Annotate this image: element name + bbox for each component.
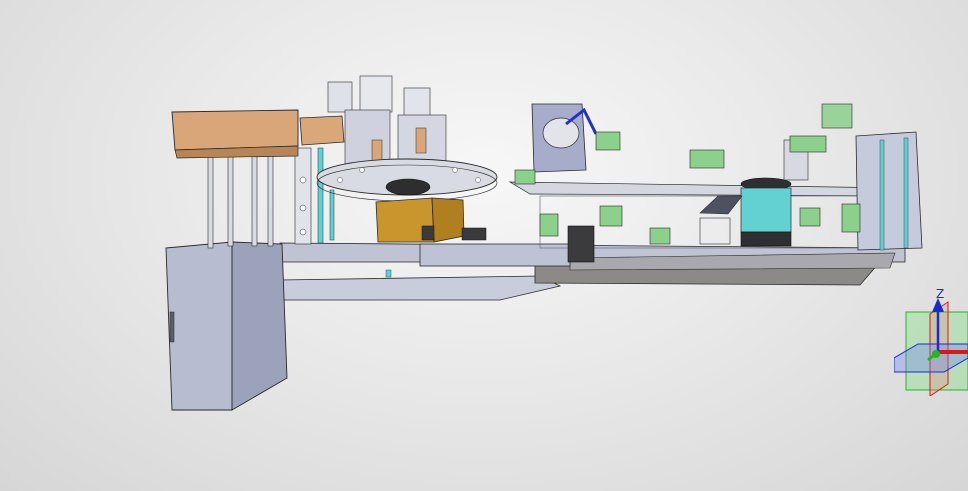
electrical-cabinet-front (165, 241, 233, 411)
teal-drum (740, 187, 792, 233)
green-valve (689, 149, 725, 169)
green-valve (821, 103, 853, 129)
support-column (251, 149, 258, 247)
green-valve (799, 207, 821, 227)
right-tower (855, 131, 923, 251)
copper-housing (171, 109, 299, 151)
cylinder-block (359, 75, 393, 113)
green-valve (539, 213, 559, 237)
cylinder-block (327, 81, 353, 113)
green-valve (514, 169, 536, 185)
3d-viewport[interactable]: Z (0, 0, 968, 491)
coordinate-triad[interactable]: Z (894, 286, 968, 396)
green-valve (649, 227, 671, 245)
machine-assembly-model[interactable] (0, 0, 968, 491)
conveyor-frame (508, 181, 901, 197)
support-column (207, 151, 214, 249)
cabinet-handle (169, 311, 175, 343)
black-nozzle (567, 225, 595, 263)
z-axis-label: Z (936, 287, 944, 301)
green-valve (599, 205, 623, 227)
press-assembly (344, 109, 391, 166)
cylinder-block (403, 87, 431, 119)
rotary-hub (385, 178, 431, 196)
copper-box-small (299, 115, 345, 146)
green-valve (841, 203, 861, 233)
electrical-cabinet-side (231, 241, 288, 411)
front-frame (419, 243, 571, 267)
triad-origin (932, 350, 940, 358)
lower-rail (279, 275, 562, 301)
motor-shaft (461, 227, 487, 241)
green-valve (789, 135, 827, 153)
green-valve (595, 131, 621, 151)
teal-rod (317, 147, 324, 244)
support-column (227, 149, 234, 247)
teal-rod (329, 189, 335, 241)
tilted-panel (699, 195, 743, 215)
support-column (267, 149, 274, 247)
